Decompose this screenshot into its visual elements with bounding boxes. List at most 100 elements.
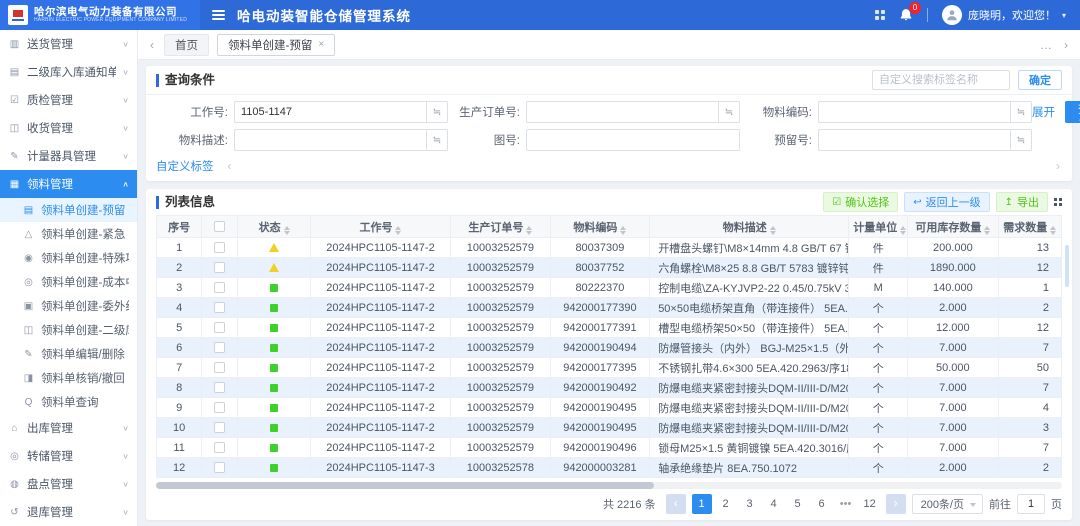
row-checkbox-cell[interactable] (202, 338, 238, 358)
select-all-checkbox[interactable] (214, 221, 225, 232)
row-checkbox[interactable] (214, 402, 225, 413)
row-checkbox[interactable] (214, 322, 225, 333)
row-checkbox-cell[interactable] (202, 318, 238, 338)
sidebar-collapse-icon[interactable] (212, 10, 225, 20)
table-row[interactable]: 122024HPC1105-1147-310003252578942000003… (157, 458, 1062, 478)
row-checkbox-cell[interactable] (202, 298, 238, 318)
search-button[interactable]: 查 询 (1065, 101, 1080, 123)
select-all-header[interactable] (202, 216, 238, 238)
table-row[interactable]: 42024HPC1105-1147-2100032525799420001773… (157, 298, 1062, 318)
row-checkbox[interactable] (214, 422, 225, 433)
table-row[interactable]: 82024HPC1105-1147-2100032525799420001904… (157, 378, 1062, 398)
sidebar-item[interactable]: ↺退库管理∨ (0, 498, 137, 526)
field-input[interactable] (526, 101, 718, 123)
custom-tag-link[interactable]: 自定义标签 (156, 158, 214, 174)
horizontal-scrollbar-thumb[interactable] (156, 482, 654, 489)
row-checkbox-cell[interactable] (202, 378, 238, 398)
export-button[interactable]: ↥导出 (996, 192, 1048, 212)
sidebar-item[interactable]: ▣领料单创建-委外组件 (0, 294, 137, 318)
tab-item[interactable]: 首页 (164, 34, 209, 56)
table-row[interactable]: 62024HPC1105-1147-2100032525799420001904… (157, 338, 1062, 358)
fullscreen-icon[interactable] (875, 10, 885, 20)
row-checkbox[interactable] (214, 362, 225, 373)
column-header[interactable]: 状态 (238, 216, 310, 238)
sidebar-item[interactable]: ✎计量器具管理∨ (0, 142, 137, 170)
sidebar-item[interactable]: ⌂出库管理∨ (0, 414, 137, 442)
next-page-icon[interactable]: › (886, 494, 906, 514)
tags-scroll-left-icon[interactable]: ‹ (228, 159, 232, 173)
sidebar-item[interactable]: ▤领料单创建-预留 (0, 198, 137, 222)
sort-icon[interactable] (1050, 226, 1056, 235)
tabs-scroll-left-icon[interactable]: ‹ (148, 38, 156, 52)
table-row[interactable]: 32024HPC1105-1147-21000325257980222370控制… (157, 278, 1062, 298)
filter-icon[interactable]: ≒ (426, 101, 448, 123)
field-input[interactable] (818, 129, 1010, 151)
column-header[interactable]: 工作号 (310, 216, 450, 238)
row-checkbox[interactable] (214, 442, 225, 453)
sidebar-item[interactable]: ◉领料单创建-特殊项目 (0, 246, 137, 270)
column-header[interactable]: 生产订单号 (451, 216, 551, 238)
sort-icon[interactable] (526, 226, 532, 235)
sidebar-item[interactable]: ◫收货管理∨ (0, 114, 137, 142)
confirm-select-button[interactable]: ☑确认选择 (823, 192, 898, 212)
field-input[interactable] (234, 129, 426, 151)
sidebar-item[interactable]: ✎领料单编辑/删除 (0, 342, 137, 366)
field-input[interactable] (526, 129, 740, 151)
tags-scroll-right-icon[interactable]: › (1056, 159, 1060, 173)
sort-icon[interactable] (984, 226, 990, 235)
page-number[interactable]: 2 (716, 494, 736, 514)
row-checkbox-cell[interactable] (202, 398, 238, 418)
table-row[interactable]: 112024HPC1105-1147-210003252579942000190… (157, 438, 1062, 458)
notification-bell-icon[interactable]: 0 (899, 8, 913, 22)
expand-link[interactable]: 展开 (1032, 104, 1055, 120)
sort-icon[interactable] (620, 226, 626, 235)
sidebar-item[interactable]: ▦领料管理∧ (0, 170, 137, 198)
tab-close-icon[interactable]: × (318, 39, 324, 50)
row-checkbox-cell[interactable] (202, 438, 238, 458)
row-checkbox-cell[interactable] (202, 258, 238, 278)
column-settings-icon[interactable] (1054, 198, 1062, 206)
sort-icon[interactable] (284, 226, 290, 235)
tabs-scroll-right-icon[interactable]: › (1062, 38, 1070, 52)
sidebar-item[interactable]: ◫领料单创建-二级库 (0, 318, 137, 342)
custom-tag-name-input[interactable] (872, 70, 1010, 90)
filter-icon[interactable]: ≒ (718, 101, 740, 123)
column-header[interactable]: 需求数量 (998, 216, 1061, 238)
table-row[interactable]: 52024HPC1105-1147-2100032525799420001773… (157, 318, 1062, 338)
row-checkbox[interactable] (214, 382, 225, 393)
field-input[interactable] (234, 101, 426, 123)
column-header[interactable]: 可用库存数量 (908, 216, 999, 238)
sidebar-item[interactable]: ◎领料单创建-成本中心 (0, 270, 137, 294)
row-checkbox-cell[interactable] (202, 418, 238, 438)
filter-icon[interactable]: ≒ (1010, 101, 1032, 123)
sort-icon[interactable] (395, 226, 401, 235)
row-checkbox[interactable] (214, 282, 225, 293)
table-row[interactable]: 92024HPC1105-1147-2100032525799420001904… (157, 398, 1062, 418)
page-number[interactable]: 5 (788, 494, 808, 514)
row-checkbox-cell[interactable] (202, 278, 238, 298)
filter-icon[interactable]: ≒ (426, 129, 448, 151)
row-checkbox-cell[interactable] (202, 238, 238, 258)
row-checkbox-cell[interactable] (202, 458, 238, 478)
sidebar-item[interactable]: ◎转储管理∨ (0, 442, 137, 470)
table-row[interactable]: 72024HPC1105-1147-2100032525799420001773… (157, 358, 1062, 378)
table-row[interactable]: 22024HPC1105-1147-21000325257980037752六角… (157, 258, 1062, 278)
sort-icon[interactable] (900, 226, 906, 235)
vertical-scrollbar-thumb[interactable] (1065, 245, 1069, 287)
row-checkbox[interactable] (214, 242, 225, 253)
row-checkbox[interactable] (214, 262, 225, 273)
sidebar-item[interactable]: ▤二级库入库通知单∨ (0, 58, 137, 86)
page-number[interactable]: 12 (860, 494, 880, 514)
sidebar-item[interactable]: ◍盘点管理∨ (0, 470, 137, 498)
confirm-button[interactable]: 确定 (1018, 70, 1062, 90)
row-checkbox[interactable] (214, 302, 225, 313)
page-size-select[interactable]: 200条/页 (912, 494, 983, 514)
table-row[interactable]: 12024HPC1105-1147-21000325257980037309开槽… (157, 238, 1062, 258)
page-number[interactable]: 3 (740, 494, 760, 514)
row-checkbox-cell[interactable] (202, 358, 238, 378)
page-number[interactable]: 6 (812, 494, 832, 514)
sidebar-item[interactable]: ▥送货管理∨ (0, 30, 137, 58)
table-row[interactable]: 102024HPC1105-1147-210003252579942000190… (157, 418, 1062, 438)
prev-page-icon[interactable]: ‹ (666, 494, 686, 514)
column-header[interactable]: 物料描述 (650, 216, 849, 238)
